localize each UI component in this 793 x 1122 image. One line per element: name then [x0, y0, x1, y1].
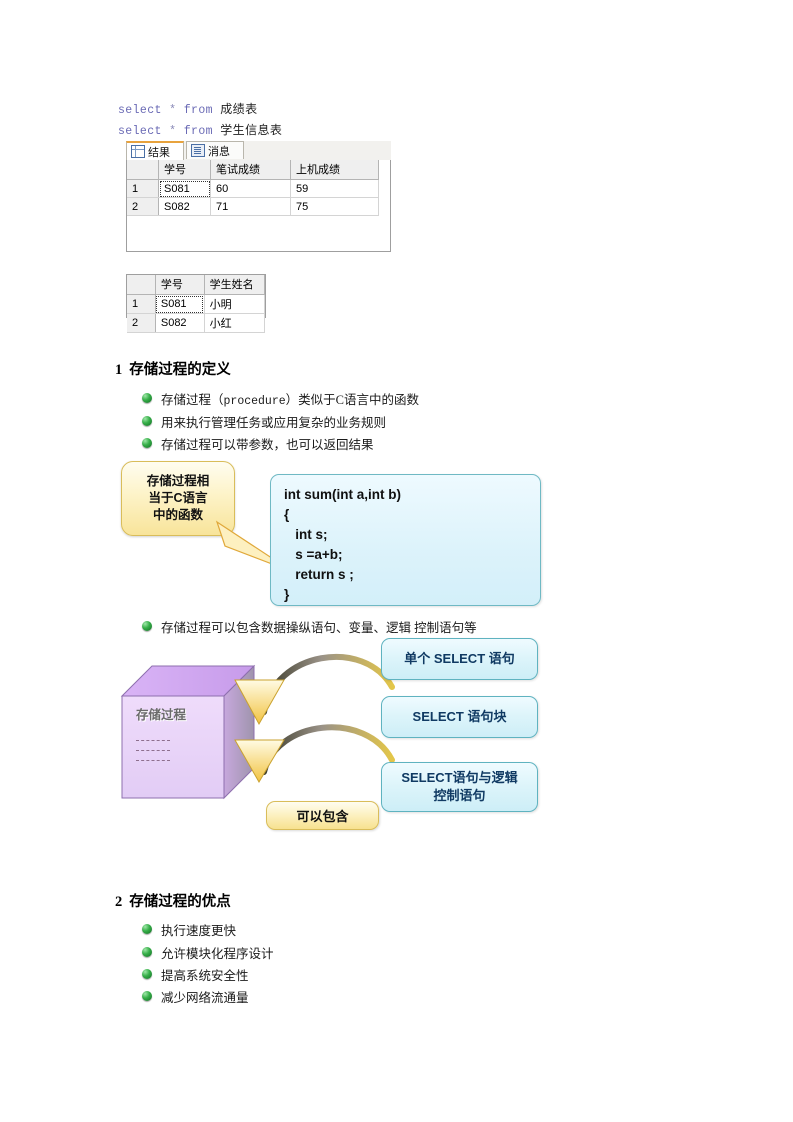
bullet-sphere-icon: [142, 947, 152, 957]
list-item: 允许模块化程序设计: [142, 943, 274, 962]
cell-xingming[interactable]: 小明: [204, 294, 266, 314]
cell-xingming[interactable]: 小红: [204, 313, 266, 333]
cell-bishi[interactable]: 71: [210, 197, 291, 216]
table-row[interactable]: 1 S081 小明: [127, 294, 266, 314]
callout-line-2: 当于C语言: [148, 491, 208, 506]
table-row[interactable]: 2 S082 小红: [127, 313, 266, 333]
tab-messages-label: 消息: [208, 145, 230, 158]
list-item: 执行速度更快: [142, 920, 236, 939]
section-2-heading: 2 存储过程的优点: [115, 890, 231, 911]
bullet-text: 存储过程可以带参数，也可以返回结果: [161, 438, 374, 452]
bullet-sphere-icon: [142, 416, 152, 426]
bullet-sphere-icon: [142, 991, 152, 1001]
bullet-text: 存储过程（procedure）类似于C语言中的函数: [161, 393, 419, 408]
grid-corner-header[interactable]: [127, 275, 156, 295]
bullet-text: 提高系统安全性: [161, 969, 249, 983]
sql-line-2: select * from 学生信息表: [118, 121, 282, 138]
section-1-title: 存储过程的定义: [129, 362, 231, 378]
column-header-xingming[interactable]: 学生姓名: [204, 275, 266, 295]
sql-star: *: [169, 125, 177, 138]
message-icon: [191, 144, 205, 157]
table-header-row: 学号 笔试成绩 上机成绩: [127, 160, 379, 180]
flow-box-line-2: 控制语句: [433, 788, 486, 803]
column-header-shangji[interactable]: 上机成绩: [290, 160, 379, 180]
document-page: select * from 成绩表 select * from 学生信息表 结果…: [0, 0, 793, 1122]
bullet-text: 减少网络流通量: [161, 991, 249, 1005]
table-grid-1: 学号 笔试成绩 上机成绩 1 S081 60 59 2 S082 71 75: [127, 160, 379, 216]
row-number[interactable]: 2: [127, 197, 159, 216]
cell-xuehao[interactable]: S082: [155, 313, 205, 333]
column-header-bishi[interactable]: 笔试成绩: [210, 160, 291, 180]
bullet-sphere-icon: [142, 924, 152, 934]
cell-shangji[interactable]: 59: [290, 179, 379, 198]
grid-icon: [131, 145, 145, 158]
flow-box-single-select: 单个 SELECT 语句: [381, 638, 538, 680]
row-number[interactable]: 1: [127, 179, 159, 198]
table-grid-2: 学号 学生姓名 1 S081 小明 2 S082 小红: [127, 275, 266, 333]
tab-results[interactable]: 结果: [126, 141, 184, 160]
table-row[interactable]: 2 S082 71 75: [127, 197, 379, 216]
results-tabstrip: 结果 消息: [126, 141, 391, 161]
column-header-xuehao[interactable]: 学号: [158, 160, 211, 180]
table-row[interactable]: 1 S081 60 59: [127, 179, 379, 198]
list-item: 提高系统安全性: [142, 965, 249, 984]
cell-xuehao[interactable]: S081: [158, 179, 211, 198]
sql-keyword-from: from: [183, 125, 213, 138]
tab-messages[interactable]: 消息: [186, 141, 244, 159]
bullet-sphere-icon: [142, 969, 152, 979]
section-1-number: 1: [115, 362, 123, 378]
sql-keyword-select: select: [118, 104, 162, 117]
bullet-text: 允许模块化程序设计: [161, 947, 274, 961]
column-header-xuehao[interactable]: 学号: [155, 275, 205, 295]
callout-line-3: 中的函数: [152, 507, 203, 522]
sql-star: *: [169, 104, 177, 117]
bullet-sphere-icon: [142, 438, 152, 448]
sql-table-name-1: 成绩表: [220, 102, 258, 116]
cell-xuehao[interactable]: S082: [158, 197, 211, 216]
list-item: 存储过程（procedure）类似于C语言中的函数: [142, 389, 419, 408]
row-number[interactable]: 2: [127, 313, 156, 333]
flow-box-select-block: SELECT 语句块: [381, 696, 538, 738]
include-label-box: 可以包含: [266, 801, 379, 830]
section-2-title: 存储过程的优点: [129, 894, 231, 910]
sql-keyword-select: select: [118, 125, 162, 138]
list-item: 减少网络流通量: [142, 987, 249, 1006]
sql-line-1: select * from 成绩表: [118, 100, 257, 117]
bullet-sphere-icon: [142, 621, 152, 631]
section-2-number: 2: [115, 894, 123, 910]
cell-xuehao[interactable]: S081: [155, 294, 205, 314]
results-grid-2: 学号 学生姓名 1 S081 小明 2 S082 小红: [126, 274, 266, 333]
callout-line-1: 存储过程相: [146, 474, 210, 489]
list-item: 存储过程可以带参数，也可以返回结果: [142, 434, 374, 453]
row-number[interactable]: 1: [127, 294, 156, 314]
sql-keyword-from: from: [183, 104, 213, 117]
cell-bishi[interactable]: 60: [210, 179, 291, 198]
tab-results-label: 结果: [148, 146, 170, 159]
bullet-text: 执行速度更快: [161, 924, 237, 938]
table-header-row: 学号 学生姓名: [127, 275, 266, 295]
grid-corner-header[interactable]: [127, 160, 159, 180]
bullet-sphere-icon: [142, 393, 152, 403]
cell-shangji[interactable]: 75: [290, 197, 379, 216]
results-pane: 结果 消息 学号 笔试成绩 上机成绩 1 S081 60 59 2 S082 7…: [126, 141, 391, 333]
flow-box-select-logic: SELECT语句与逻辑 控制语句: [381, 762, 538, 812]
code-sample-box: int sum(int a,int b) { int s; s =a+b; re…: [270, 474, 541, 606]
sql-table-name-2: 学生信息表: [220, 123, 283, 137]
flow-box-line-1: SELECT语句与逻辑: [401, 770, 518, 786]
results-grid-1: 学号 笔试成绩 上机成绩 1 S081 60 59 2 S082 71 75: [126, 160, 391, 252]
section-1-heading: 1 存储过程的定义: [115, 358, 231, 379]
bullet-text: 用来执行管理任务或应用复杂的业务规则: [161, 416, 387, 430]
list-item: 用来执行管理任务或应用复杂的业务规则: [142, 412, 386, 431]
